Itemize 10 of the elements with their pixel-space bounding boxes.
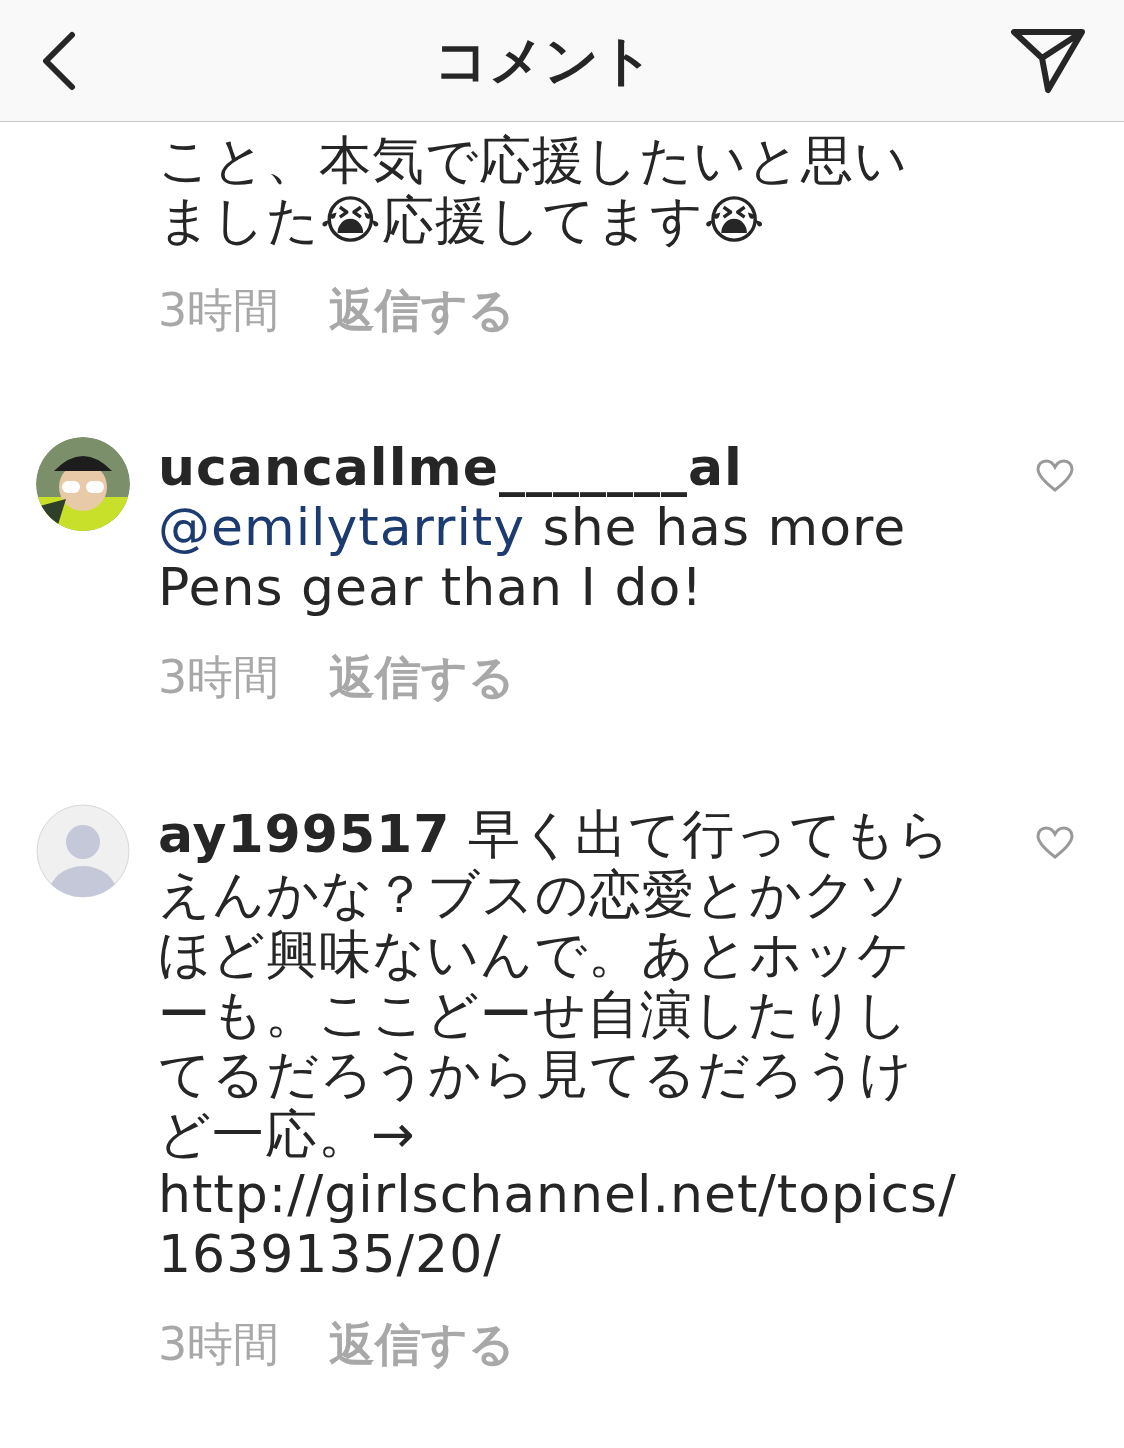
comment-text: ucancallme_______al @emilytarrity she has more Pens gear than I do!	[158, 437, 908, 617]
comment-text: こと、本気で応援したいと思いました😭応援してます😭	[158, 130, 909, 250]
page-title: コメント	[434, 28, 654, 94]
comment-time: 3時間	[158, 649, 280, 706]
comment-time: 3時間	[158, 1316, 280, 1373]
mention-link[interactable]: @emilytarrity	[158, 497, 526, 557]
username-link[interactable]: ay199517	[158, 804, 451, 864]
comment-time: 3時間	[158, 282, 280, 339]
username-link[interactable]: ucancallme_______al	[158, 437, 743, 497]
comment-text: ay199517 早く出て行ってもらえんかな？ブスの恋愛とかクソほど興味ないんで。あとホッケーも。ここどーせ自演したりしてるだろうから見てるだろうけど一応。→ http://girlschannel.net/topics/1639135/20/	[158, 804, 958, 1284]
